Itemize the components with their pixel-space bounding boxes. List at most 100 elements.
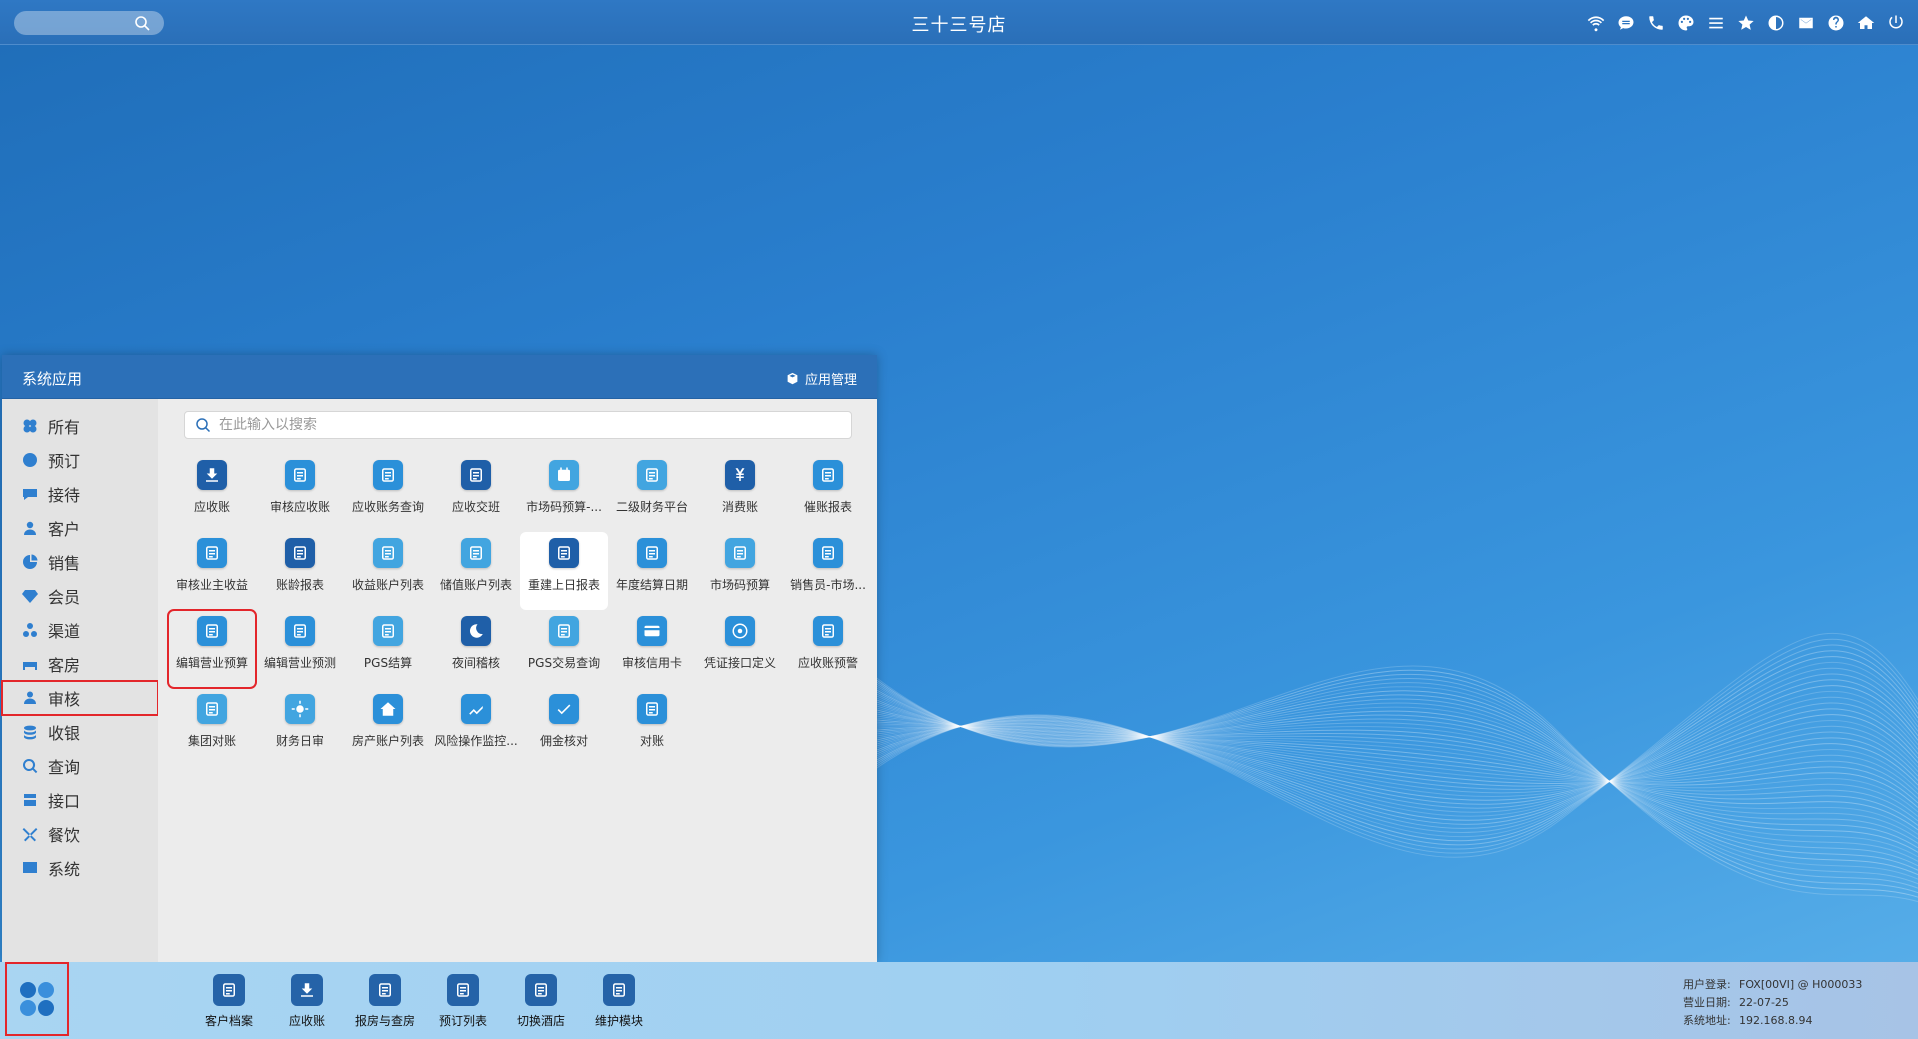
sidebar-item-bed[interactable]: 客房: [2, 647, 158, 681]
app-tile[interactable]: 风险操作监控...: [432, 688, 520, 766]
app-tile[interactable]: 编辑营业预测: [256, 610, 344, 688]
sidebar-item-diamond[interactable]: 会员: [2, 579, 158, 613]
phone-icon[interactable]: [1644, 11, 1668, 35]
app-tile[interactable]: PGS结算: [344, 610, 432, 688]
sidebar-item-apps[interactable]: 所有: [2, 409, 158, 443]
sidebar-item-label: 客房: [48, 656, 81, 675]
sidebar-item-utensils[interactable]: 餐饮: [2, 817, 158, 851]
dock-item[interactable]: 预订列表: [424, 974, 502, 1029]
sidebar-item-audit-user[interactable]: 审核: [1, 680, 159, 716]
app-tile[interactable]: 审核应收账: [256, 454, 344, 532]
list-icon: [373, 538, 403, 568]
menu-icon[interactable]: [1704, 11, 1728, 35]
app-tile[interactable]: 夜间稽核: [432, 610, 520, 688]
app-tile[interactable]: 房产账户列表: [344, 688, 432, 766]
alert-icon: [813, 616, 843, 646]
user-icon: [24, 521, 36, 535]
quick-dock: 客户档案 应收账 报房与查房 预订列表 切换酒店 维护模块: [190, 974, 658, 1029]
business-date-value: 22-07-25: [1739, 996, 1789, 1009]
chat-icon: [23, 489, 37, 500]
chart-icon: [285, 538, 315, 568]
wifi-icon[interactable]: [1584, 11, 1608, 35]
start-menu-button[interactable]: [5, 962, 69, 1036]
sidebar-item-system[interactable]: 系统: [2, 851, 158, 885]
app-tile[interactable]: 对账: [608, 688, 696, 766]
sidebar-item-label: 所有: [48, 418, 81, 437]
sidebar-item-user[interactable]: 客户: [2, 511, 158, 545]
app-tile[interactable]: 二级财务平台: [608, 454, 696, 532]
app-tile[interactable]: 应收账: [168, 454, 256, 532]
sidebar-item-plug[interactable]: 接口: [2, 783, 158, 817]
sidebar-item-chat[interactable]: 接待: [2, 477, 158, 511]
top-bar: 三十三号店: [0, 0, 1918, 45]
app-tile[interactable]: 集团对账: [168, 688, 256, 766]
utensils-icon: [22, 828, 38, 842]
target-icon: [725, 616, 755, 646]
dock-item-label: 预订列表: [438, 1014, 487, 1028]
app-search-box[interactable]: [184, 411, 852, 439]
chat-icon[interactable]: [1614, 11, 1638, 35]
budget-icon: [725, 538, 755, 568]
category-sidebar: 所有预订 接待 客户销售会员渠道客房审核收银查询接口餐饮系统: [1, 399, 159, 962]
dock-item[interactable]: 客户档案: [190, 974, 268, 1029]
app-grid: 应收账 审核应收账 应收账务查询 应收交班 市场码预算-... 二级财务平台 消费账 催账报表…: [167, 454, 878, 766]
app-tile[interactable]: 消费账: [696, 454, 784, 532]
app-tile[interactable]: 市场码预算: [696, 532, 784, 610]
sidebar-item-pie[interactable]: 销售: [2, 545, 158, 579]
app-manage-label: 应用管理: [804, 373, 857, 388]
app-tile[interactable]: 审核信用卡: [608, 610, 696, 688]
app-tile[interactable]: 审核业主收益: [168, 532, 256, 610]
app-tile[interactable]: 催账报表: [784, 454, 872, 532]
app-tile[interactable]: 佣金核对: [520, 688, 608, 766]
trend-icon: [461, 694, 491, 724]
app-tile[interactable]: 市场码预算-...: [520, 454, 608, 532]
app-tile[interactable]: 应收账务查询: [344, 454, 432, 532]
sidebar-item-label: 收银: [48, 724, 81, 743]
app-tile-label: 销售员-市场...: [790, 578, 866, 592]
dock-item[interactable]: 报房与查房: [346, 974, 424, 1029]
app-tile-label: PGS交易查询: [527, 656, 601, 670]
window-title: 系统应用: [22, 370, 83, 388]
dock-item-label: 客户档案: [204, 1014, 253, 1028]
app-tile[interactable]: 重建上日报表: [520, 532, 608, 610]
app-tile[interactable]: 财务日审: [256, 688, 344, 766]
cube-icon: [787, 372, 798, 385]
app-tile[interactable]: 储值账户列表: [432, 532, 520, 610]
sidebar-item-reserve[interactable]: 预订: [2, 443, 158, 477]
app-tile[interactable]: 编辑营业预算: [167, 609, 257, 689]
sidebar-item-label: 接口: [48, 792, 81, 811]
profile-icon: [213, 974, 245, 1006]
wrench-icon: [603, 974, 635, 1006]
home-icon[interactable]: [1854, 11, 1878, 35]
dock-item[interactable]: 维护模块: [580, 974, 658, 1029]
app-tile[interactable]: 年度结算日期: [608, 532, 696, 610]
app-manage-button[interactable]: 应用管理: [786, 369, 857, 388]
app-search-input[interactable]: [219, 417, 819, 433]
sidebar-item-coins[interactable]: 收银: [2, 715, 158, 749]
app-tile[interactable]: 应收交班: [432, 454, 520, 532]
app-tile[interactable]: 凭证接口定义: [696, 610, 784, 688]
palette-icon[interactable]: [1674, 11, 1698, 35]
dock-item[interactable]: 切换酒店: [502, 974, 580, 1029]
power-icon[interactable]: [1884, 11, 1908, 35]
sidebar-item-label: 销售: [48, 554, 81, 573]
user-login-label: 用户登录:: [1683, 978, 1731, 991]
mail-icon[interactable]: [1794, 11, 1818, 35]
theme-icon[interactable]: [1764, 11, 1788, 35]
star-icon[interactable]: [1734, 11, 1758, 35]
help-icon[interactable]: [1824, 11, 1848, 35]
sidebar-item-label: 渠道: [48, 622, 81, 641]
app-tile[interactable]: 账龄报表: [256, 532, 344, 610]
sidebar-item-search[interactable]: 查询: [2, 749, 158, 783]
building-icon: [197, 694, 227, 724]
app-tile[interactable]: 应收账预警: [784, 610, 872, 688]
sidebar-item-label: 系统: [48, 860, 81, 879]
app-tile[interactable]: PGS交易查询: [520, 610, 608, 688]
dock-item[interactable]: 应收账: [268, 974, 346, 1029]
app-tile-label: 收益账户列表: [351, 578, 424, 592]
app-tile[interactable]: 收益账户列表: [344, 532, 432, 610]
sidebar-item-share[interactable]: 渠道: [2, 613, 158, 647]
app-tile-label: 二级财务平台: [615, 500, 688, 514]
switch-icon: [525, 974, 557, 1006]
app-tile[interactable]: 销售员-市场...: [784, 532, 872, 610]
